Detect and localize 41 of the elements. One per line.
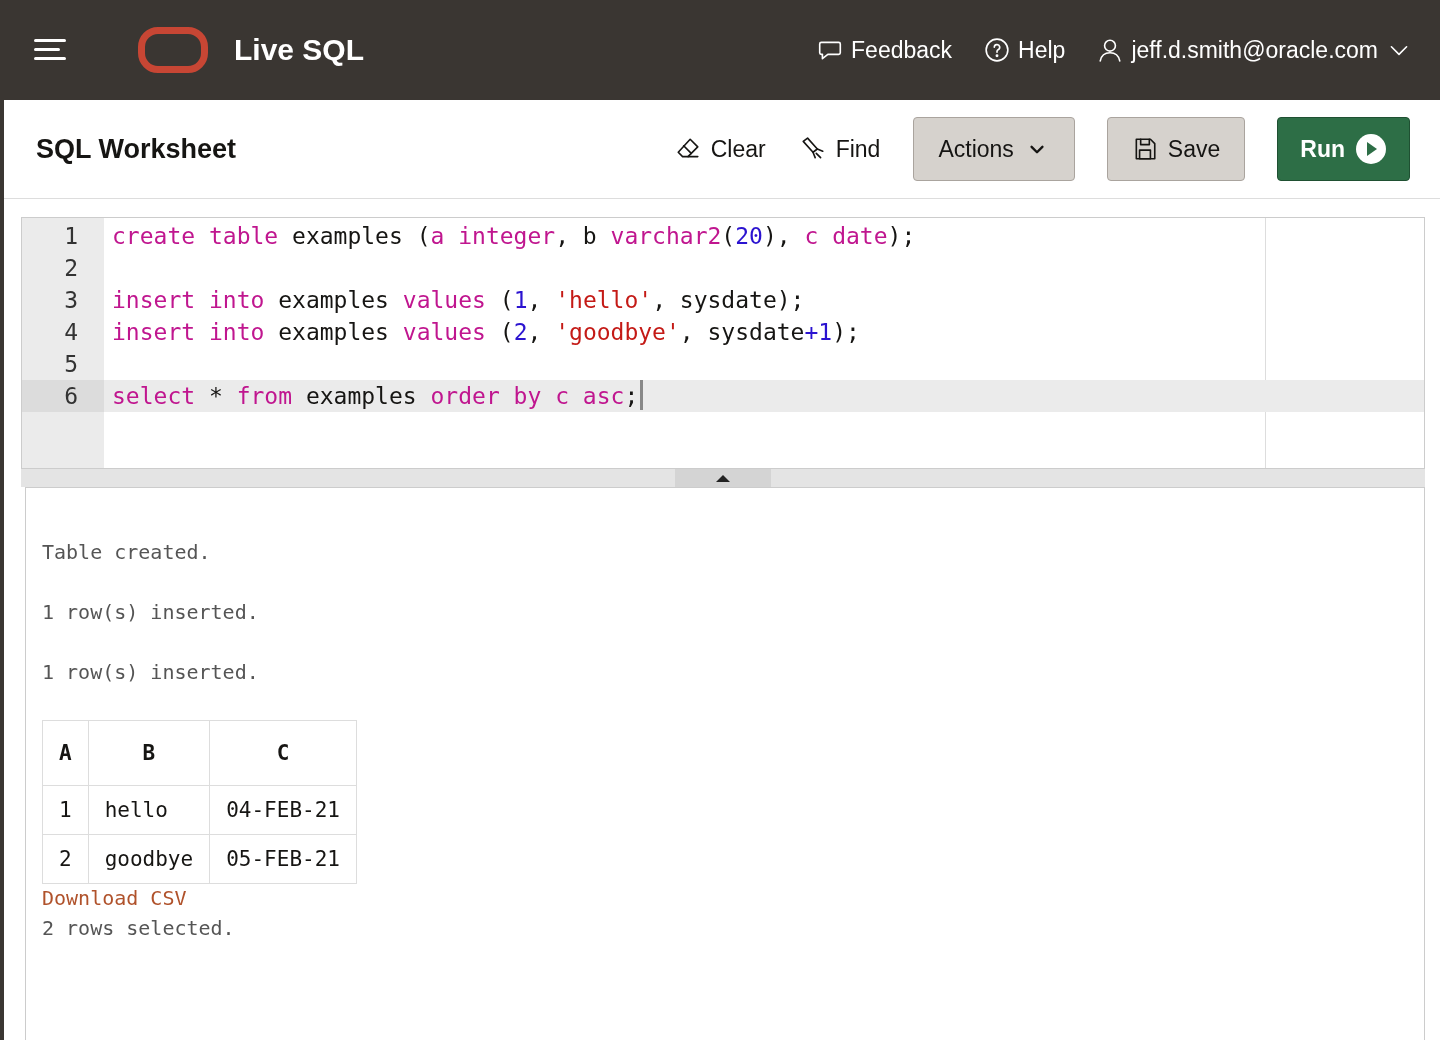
output-message: Table created. <box>42 540 212 564</box>
actions-button[interactable]: Actions <box>913 117 1075 181</box>
help-link[interactable]: Help <box>984 36 1066 64</box>
column-header: A <box>42 720 89 786</box>
code-text: create table examples (a integer, b varchar2(20), c date); <box>111 222 916 251</box>
run-button[interactable]: Run <box>1277 117 1410 181</box>
clear-button[interactable]: Clear <box>673 117 767 181</box>
play-icon <box>1355 133 1387 165</box>
text-cursor <box>640 380 644 410</box>
line-number: 3 <box>63 286 79 315</box>
code-text: insert into examples values (1, 'hello', sysdate); <box>111 286 805 315</box>
feedback-link[interactable]: Feedback <box>817 36 953 64</box>
code-text: select * from examples order by c asc; <box>111 382 639 411</box>
logo-icon <box>138 27 208 73</box>
app-title: Live SQL <box>234 33 365 67</box>
column-header: B <box>88 720 210 786</box>
help-icon <box>984 37 1011 63</box>
line-number: 5 <box>63 350 79 379</box>
table-cell: goodbye <box>88 834 210 884</box>
code-editor[interactable] <box>21 217 1425 469</box>
download-csv-link[interactable]: Download CSV <box>42 886 187 910</box>
resize-handle[interactable] <box>675 469 771 487</box>
line-number: 6 <box>22 380 104 412</box>
table-cell: 1 <box>42 785 89 835</box>
line-number: 1 <box>63 222 79 251</box>
menu-icon[interactable] <box>34 37 68 63</box>
line-number: 2 <box>63 254 79 283</box>
output-message: 1 row(s) inserted. <box>42 600 260 624</box>
rows-selected-text: 2 rows selected. <box>42 916 236 940</box>
find-button[interactable]: Find <box>798 117 882 181</box>
line-number: 4 <box>63 318 79 347</box>
page-title: SQL Worksheet <box>36 133 237 165</box>
output-message: 1 row(s) inserted. <box>42 660 260 684</box>
table-cell: hello <box>88 785 210 835</box>
table-cell: 04-FEB-21 <box>209 785 357 835</box>
save-button[interactable]: Save <box>1106 117 1246 181</box>
code-text: insert into examples values (2, 'goodbye', sysdate+1); <box>111 318 860 347</box>
user-link[interactable]: jeff.d.smith@oracle.com <box>1097 36 1412 64</box>
column-header: C <box>209 720 357 786</box>
table-cell: 05-FEB-21 <box>209 834 357 884</box>
table-cell: 2 <box>42 834 89 884</box>
